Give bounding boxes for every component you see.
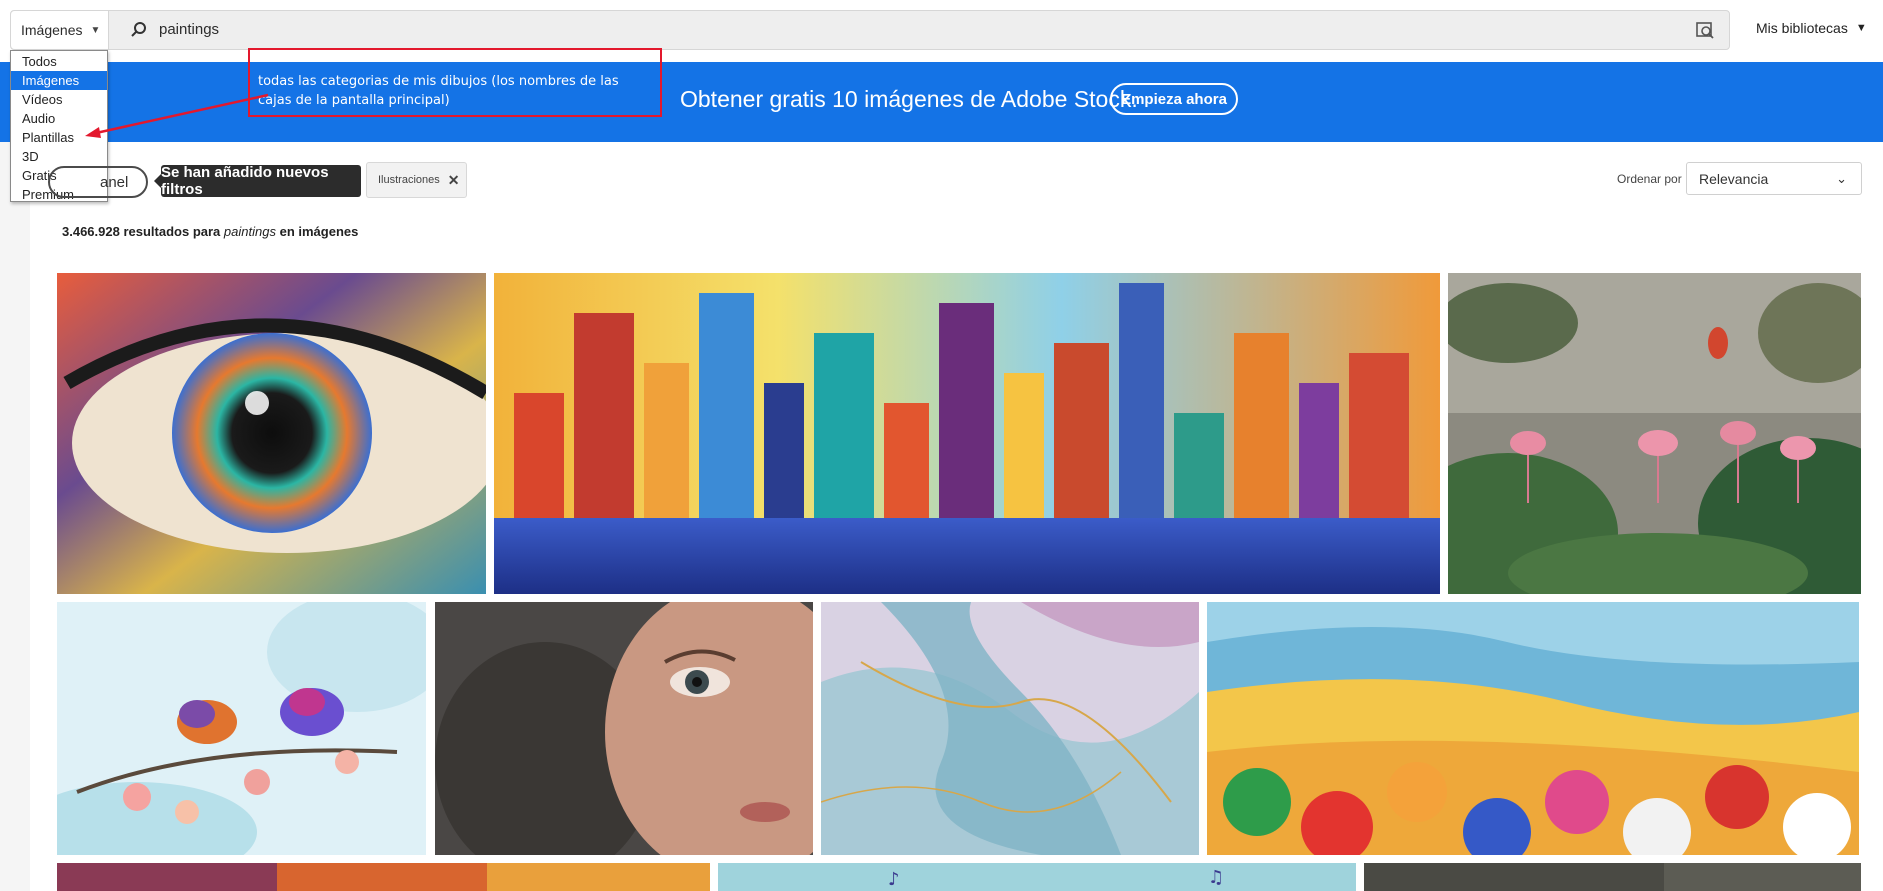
results-query: paintings [223, 224, 276, 239]
my-libraries-button[interactable]: Mis bibliotecas ▼ [1756, 20, 1867, 36]
svg-text:♫: ♫ [1208, 867, 1224, 888]
close-icon[interactable]: ✕ [448, 172, 460, 189]
annotation-arrow [85, 93, 269, 138]
visual-search-icon[interactable] [1695, 20, 1715, 40]
results-summary: 3.466.928 resultados para paintings en i… [62, 224, 358, 239]
image-birds-painting[interactable] [57, 602, 426, 855]
banner-text: Obtener gratis 10 imágenes de Adobe Stoc… [680, 86, 1138, 112]
chevron-down-icon: ▼ [1855, 22, 1867, 34]
image-city-skyline-painting[interactable] [494, 273, 1440, 594]
my-libraries-label: Mis bibliotecas [1756, 20, 1848, 36]
image-woman-face-painting[interactable] [435, 602, 813, 855]
filter-panel-button[interactable]: anel [48, 166, 148, 198]
svg-text:♪: ♪ [888, 869, 900, 890]
left-rail [0, 142, 30, 891]
chevron-down-icon: ⌄ [1836, 171, 1847, 186]
results-count: 3.466.928 [62, 224, 120, 239]
app-window: Imágenes ▼ paintings Mis bibliotecas ▼ O… [0, 0, 1883, 891]
new-filters-tooltip: Se han añadido nuevos filtros [154, 164, 361, 198]
results-suffix: en imágenes [279, 224, 359, 239]
image-alcohol-ink-painting[interactable] [821, 602, 1199, 855]
filter-chip-illustrations[interactable]: Ilustraciones ✕ [366, 162, 467, 198]
sort-select[interactable]: Relevancia ⌄ [1686, 162, 1862, 195]
sort-value: Relevancia [1699, 170, 1769, 187]
results-mid: resultados para [123, 224, 221, 239]
image-flamingo-jungle-painting[interactable] [1448, 273, 1861, 594]
image-dark-painting[interactable] [1364, 863, 1861, 891]
image-sunset-painting[interactable] [57, 863, 710, 891]
image-music-notes-painting[interactable]: ♪ ♫ [718, 863, 1356, 891]
filter-panel-label: anel [100, 173, 129, 191]
filter-chip-label: Ilustraciones [378, 174, 440, 186]
image-eye-painting[interactable] [57, 273, 486, 594]
image-beach-umbrellas-painting[interactable] [1207, 602, 1859, 855]
start-now-button[interactable]: Empieza ahora [1110, 83, 1238, 115]
sort-label: Ordenar por [1617, 172, 1682, 186]
annotation-note: todas las categorias de mis dibujos (los… [248, 48, 662, 117]
